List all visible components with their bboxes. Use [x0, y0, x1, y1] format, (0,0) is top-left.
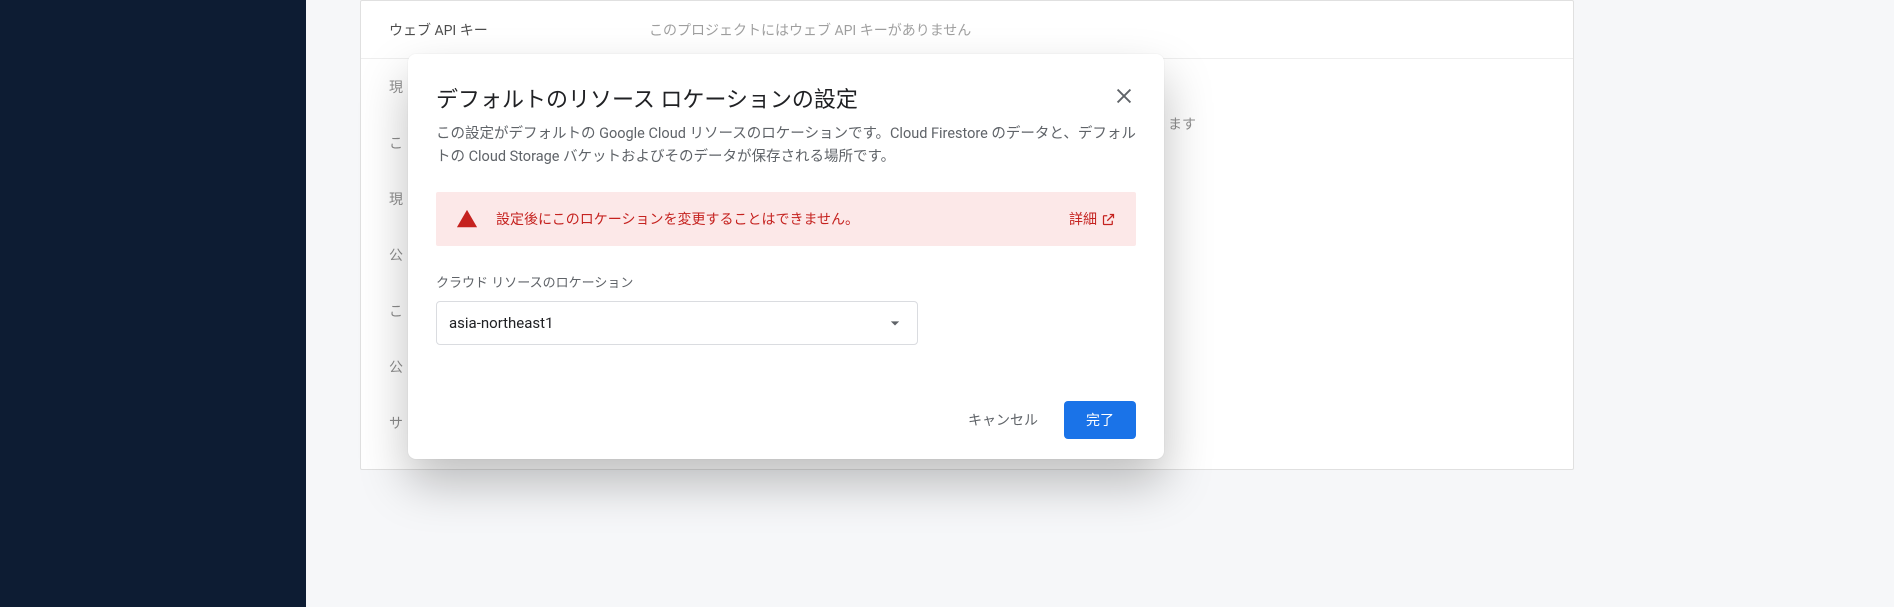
learn-more-link[interactable]: 詳細: [1069, 209, 1116, 229]
chevron-down-icon: [885, 313, 905, 333]
dialog-description: この設定がデフォルトの Google Cloud リソースのロケーションです。C…: [436, 122, 1136, 168]
resource-location-dialog: デフォルトのリソース ロケーションの設定 この設定がデフォルトの Google …: [408, 54, 1164, 459]
modal-overlay: デフォルトのリソース ロケーションの設定 この設定がデフォルトの Google …: [0, 0, 1894, 607]
warning-icon: [456, 208, 478, 230]
close-icon: [1113, 85, 1135, 107]
location-field-label: クラウド リソースのロケーション: [436, 272, 1136, 291]
warning-banner: 設定後にこのロケーションを変更することはできません。 詳細: [436, 192, 1136, 246]
location-select[interactable]: asia-northeast1: [436, 301, 918, 345]
warning-text: 設定後にこのロケーションを変更することはできません。: [496, 209, 1051, 229]
external-link-icon: [1101, 212, 1116, 227]
close-button[interactable]: [1106, 78, 1142, 114]
dialog-title: デフォルトのリソース ロケーションの設定: [436, 82, 1106, 114]
location-select-value: asia-northeast1: [449, 314, 554, 332]
learn-more-label: 詳細: [1069, 209, 1097, 229]
cancel-button[interactable]: キャンセル: [954, 401, 1052, 439]
done-button[interactable]: 完了: [1064, 401, 1136, 439]
